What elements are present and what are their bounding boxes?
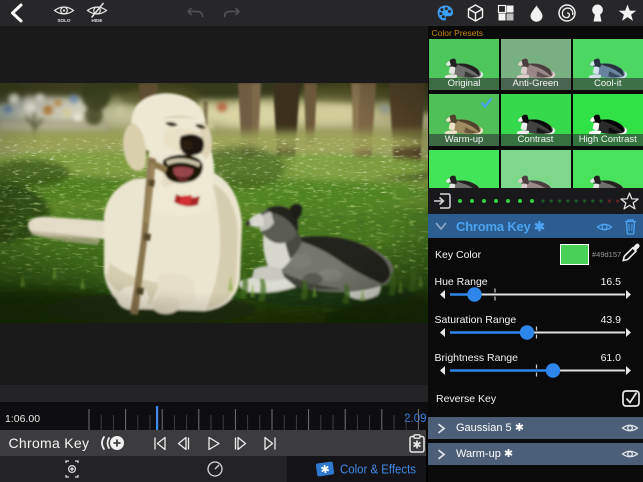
svg-text:✱: ✱ xyxy=(320,463,331,476)
svg-text:SOLO: SOLO xyxy=(57,18,70,23)
svg-text:HIDE: HIDE xyxy=(92,18,103,23)
svg-text:✱: ✱ xyxy=(412,440,421,452)
svg-text:Color & Effects: Color & Effects xyxy=(340,462,416,477)
